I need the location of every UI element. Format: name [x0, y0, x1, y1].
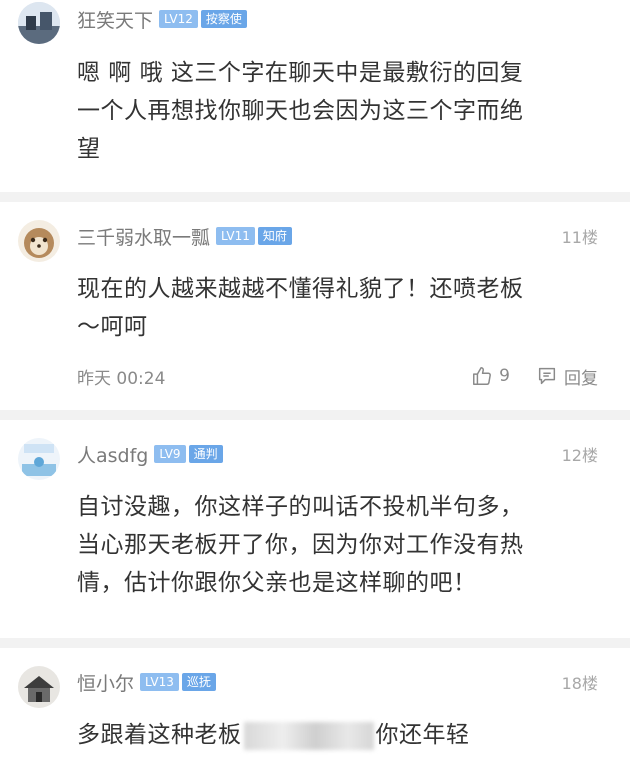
avatar[interactable]: [18, 438, 60, 480]
comment-line: 望: [77, 136, 101, 162]
comment-header: 三千弱水取一瓢 LV11 知府 11楼: [77, 218, 598, 254]
title-badge: 知府: [257, 227, 292, 245]
comment-line: 嗯 啊 哦 这三个字在聊天中是最敷衍的回复: [77, 60, 524, 86]
comment-content: 嗯 啊 哦 这三个字在聊天中是最敷衍的回复 一个人再想找你聊天也会因为这三个字而…: [77, 54, 598, 168]
comment-header: 人asdfg LV9 通判 12楼: [77, 436, 598, 472]
floor-number: 12楼: [561, 446, 598, 465]
section-divider: [0, 410, 630, 420]
section-divider: [0, 638, 630, 648]
comment-time: 昨天 00:24: [77, 368, 166, 389]
comment-meta: 昨天 00:24 9 回复: [77, 360, 598, 392]
title-badge: 巡抚: [181, 673, 216, 691]
like-button[interactable]: 9: [471, 365, 510, 387]
comment-text: 你还年轻: [375, 722, 470, 748]
avatar[interactable]: [18, 2, 60, 44]
comment-line: 一个人再想找你聊天也会因为这三个字而绝: [77, 98, 524, 124]
comment-item: 三千弱水取一瓢 LV11 知府 11楼 现在的人越来越越不懂得礼貌了！还喷老板 …: [0, 202, 630, 410]
level-badge: LV9: [154, 445, 186, 463]
level-badge: LV12: [159, 10, 198, 28]
comment-item: 恒小尔 LV13 巡抚 18楼 多跟着这种老板 你还年轻: [0, 648, 630, 758]
comment-item: 狂笑天下 LV12 按察使 嗯 啊 哦 这三个字在聊天中是最敷衍的回复 一个人再…: [0, 0, 630, 192]
comment-content: 现在的人越来越越不懂得礼貌了！还喷老板 ～呵呵: [77, 270, 598, 346]
thumbs-up-icon: [473, 367, 492, 385]
title-badge: 通判: [188, 445, 223, 463]
comment-text: 多跟着这种老板: [77, 722, 242, 748]
level-badge: LV11: [216, 227, 255, 245]
comment-item: 人asdfg LV9 通判 12楼 自讨没趣，你这样子的叫话不投机半句多， 当心…: [0, 420, 630, 638]
comment-line: ～呵呵: [77, 314, 148, 340]
comment-line: 当心那天老板开了你，因为你对工作没有热: [77, 532, 524, 558]
comment-header: 狂笑天下 LV12 按察使: [77, 0, 598, 38]
level-badge: LV13: [140, 673, 179, 691]
comment-icon: [538, 367, 556, 385]
comment-header: 恒小尔 LV13 巡抚 18楼: [77, 664, 598, 700]
comment-line: 自讨没趣，你这样子的叫话不投机半句多，: [77, 494, 524, 520]
floor-number: 18楼: [561, 674, 598, 693]
section-divider: [0, 192, 630, 202]
username[interactable]: 三千弱水取一瓢: [77, 223, 210, 250]
comment-line: 现在的人越来越越不懂得礼貌了！还喷老板: [77, 276, 524, 302]
obscured-text: [243, 721, 374, 750]
like-count: 9: [499, 366, 510, 386]
reply-button[interactable]: 回复: [536, 364, 598, 389]
floor-number: 11楼: [561, 228, 598, 247]
reply-label: 回复: [564, 368, 598, 389]
avatar[interactable]: [18, 220, 60, 262]
avatar[interactable]: [18, 666, 60, 708]
comment-list: 狂笑天下 LV12 按察使 嗯 啊 哦 这三个字在聊天中是最敷衍的回复 一个人再…: [0, 0, 630, 758]
comment-content: 多跟着这种老板 你还年轻: [77, 716, 598, 754]
comment-content: 自讨没趣，你这样子的叫话不投机半句多， 当心那天老板开了你，因为你对工作没有热 …: [77, 488, 598, 602]
comment-line: 情，估计你跟你父亲也是这样聊的吧！: [77, 570, 477, 596]
username[interactable]: 狂笑天下: [77, 6, 153, 33]
username[interactable]: 恒小尔: [77, 669, 134, 696]
title-badge: 按察使: [200, 10, 247, 28]
username[interactable]: 人asdfg: [77, 441, 148, 468]
